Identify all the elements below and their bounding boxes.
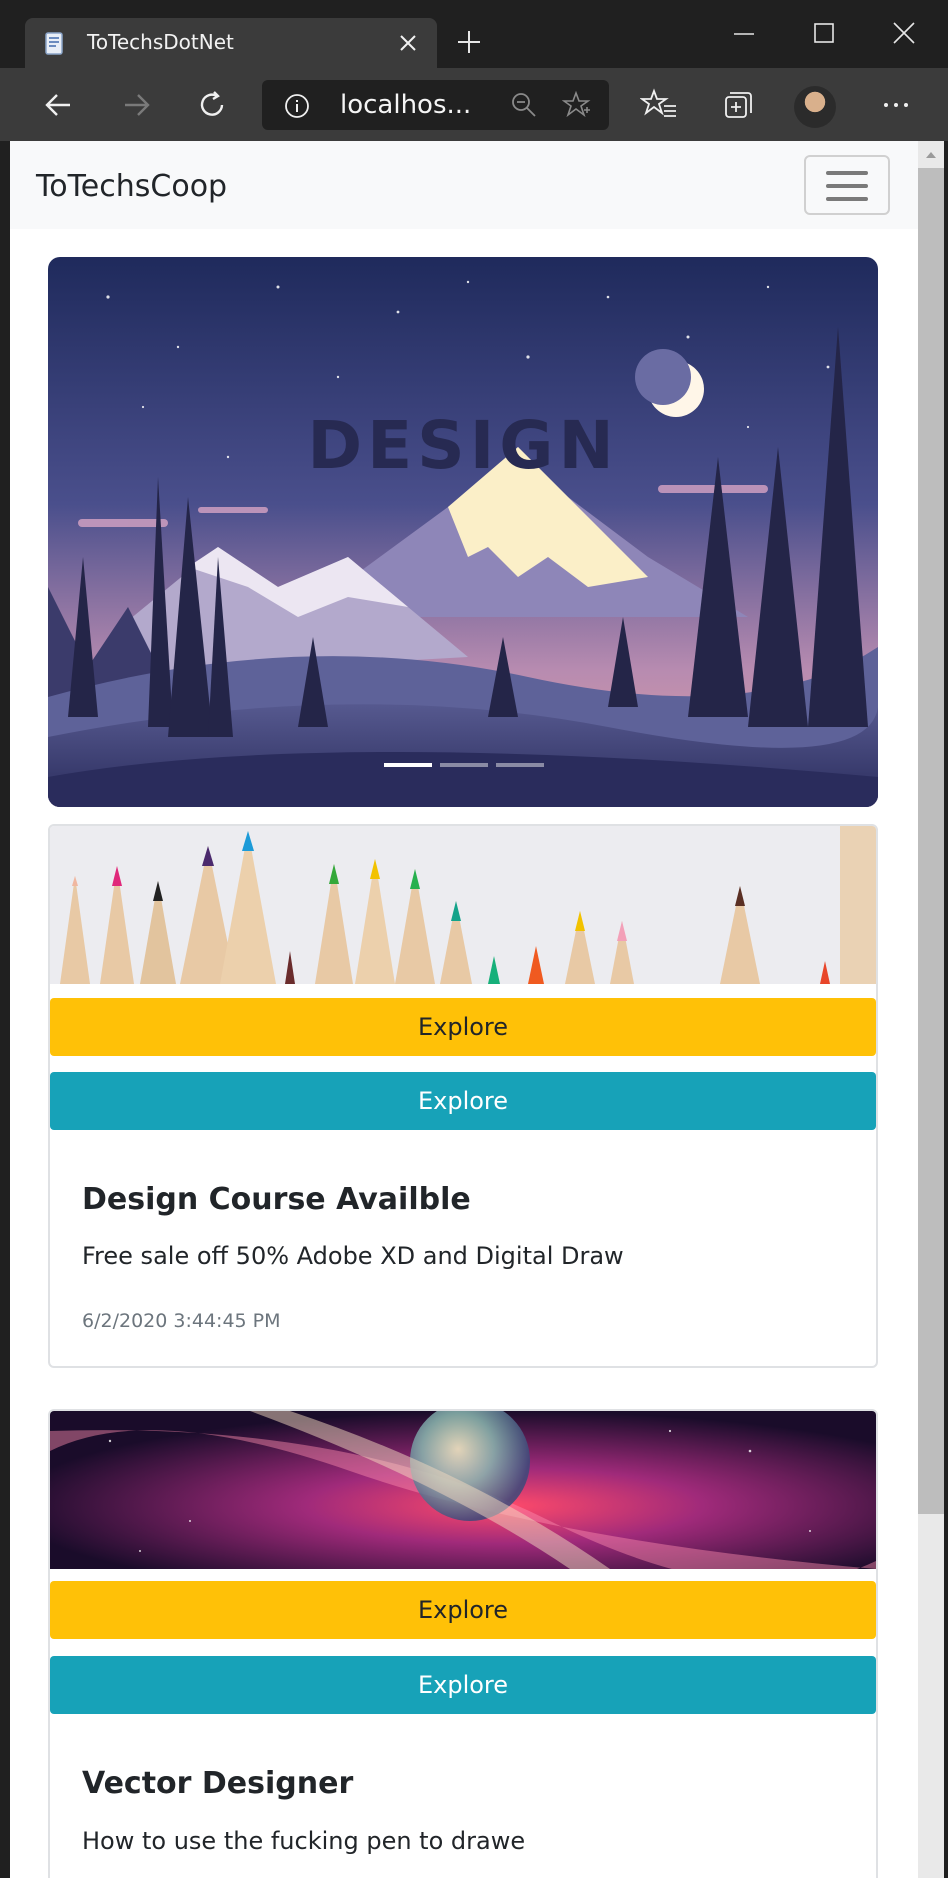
course-card: Explore Explore Vector Designer How to u…: [48, 1409, 878, 1878]
card-title: Design Course Availble: [82, 1182, 471, 1217]
add-favorite-star-icon[interactable]: [562, 90, 592, 120]
url-text: localhos...: [340, 90, 472, 120]
explore-warning-button[interactable]: Explore: [50, 998, 876, 1056]
mountain-landscape-image: [48, 257, 878, 807]
galaxy-planet-image: [50, 1411, 876, 1569]
explore-info-button[interactable]: Explore: [50, 1072, 876, 1130]
new-tab-icon[interactable]: [455, 28, 483, 56]
site-info-icon[interactable]: [284, 93, 310, 119]
navbar: ToTechsCoop: [10, 141, 918, 229]
navbar-toggler-button[interactable]: [804, 155, 890, 215]
colored-pencils-image: [50, 826, 876, 984]
card-date: 6/2/2020 3:44:45 PM: [82, 1310, 281, 1332]
back-icon[interactable]: [40, 86, 78, 124]
explore-info-button[interactable]: Explore: [50, 1656, 876, 1714]
close-tab-icon[interactable]: [397, 32, 419, 54]
hamburger-icon-line: [826, 171, 868, 175]
close-window-icon[interactable]: [884, 14, 924, 54]
carousel-indicator-1[interactable]: [384, 763, 432, 767]
refresh-icon[interactable]: [193, 86, 231, 124]
profile-avatar[interactable]: [794, 86, 836, 128]
collections-icon[interactable]: [718, 86, 756, 124]
card-text: How to use the fucking pen to drawe: [82, 1827, 526, 1855]
scroll-up-arrow-icon[interactable]: [924, 148, 938, 162]
scrollbar-thumb[interactable]: [918, 168, 944, 1514]
favorites-icon[interactable]: [640, 86, 678, 124]
carousel-caption: DESIGN: [307, 407, 619, 484]
tab-title: ToTechsDotNet: [87, 30, 234, 54]
page-viewport: ToTechsCoop DESIGN Explore Explore Desig…: [10, 141, 918, 1878]
card-text: Free sale off 50% Adobe XD and Digital D…: [82, 1242, 624, 1270]
hamburger-icon-line: [826, 197, 868, 201]
more-menu-icon[interactable]: [877, 86, 915, 124]
maximize-icon[interactable]: [804, 14, 844, 54]
address-bar[interactable]: localhos...: [262, 80, 609, 130]
page-icon: [45, 32, 63, 55]
course-card: Explore Explore Design Course Availble F…: [48, 824, 878, 1368]
forward-icon[interactable]: [117, 86, 155, 124]
explore-warning-button[interactable]: Explore: [50, 1581, 876, 1639]
hero-carousel[interactable]: DESIGN: [48, 257, 878, 807]
zoom-out-icon[interactable]: [510, 91, 538, 119]
carousel-indicator-2[interactable]: [440, 763, 488, 767]
browser-tab[interactable]: ToTechsDotNet: [25, 18, 437, 68]
navbar-brand[interactable]: ToTechsCoop: [36, 169, 227, 204]
card-title: Vector Designer: [82, 1766, 354, 1801]
hamburger-icon-line: [826, 184, 868, 188]
minimize-icon[interactable]: [724, 14, 764, 54]
browser-titlebar: ToTechsDotNet: [0, 0, 948, 68]
carousel-indicator-3[interactable]: [496, 763, 544, 767]
